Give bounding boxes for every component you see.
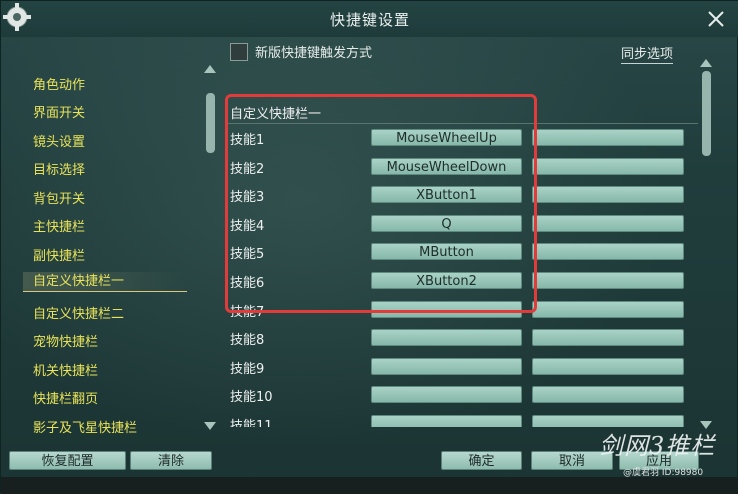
secondary-key-binding[interactable] — [532, 157, 684, 175]
sidebar-item[interactable]: 影子及飞星快捷栏 — [33, 417, 137, 436]
sidebar-item[interactable]: 背包开关 — [33, 188, 85, 207]
sidebar-item[interactable]: 机关快捷栏 — [33, 360, 98, 379]
sidebar-item[interactable]: 副快捷栏 — [33, 245, 85, 264]
sidebar-item[interactable]: 宠物快捷栏 — [33, 331, 98, 350]
primary-key-binding[interactable] — [371, 386, 522, 404]
secondary-key-binding[interactable] — [532, 386, 684, 404]
secondary-key-binding[interactable] — [532, 357, 684, 375]
category-sidebar: 角色动作界面开关镜头设置目标选择背包开关主快捷栏副快捷栏自定义快捷栏一自定义快捷… — [23, 67, 219, 437]
sidebar-item[interactable]: 自定义快捷栏二 — [33, 303, 124, 322]
secondary-key-binding[interactable] — [532, 129, 684, 146]
sidebar-item[interactable]: 自定义快捷栏一 — [23, 272, 187, 292]
row-label: 技能9 — [230, 361, 265, 377]
sidebar-scrollbar-thumb[interactable] — [206, 93, 215, 153]
sync-options-link[interactable]: 同步选项 — [621, 43, 674, 64]
secondary-key-binding[interactable] — [532, 243, 684, 261]
sidebar-item[interactable]: 镜头设置 — [33, 131, 85, 150]
watermark-logo: 剑网3推栏 — [599, 432, 716, 460]
title-bar: 快捷键设置 — [1, 1, 738, 37]
clear-button[interactable]: 清除 — [130, 451, 212, 470]
list-scroll-up-icon[interactable] — [700, 59, 712, 67]
shortcut-settings-window: 快捷键设置 新版快捷键触发方式 同步选项 角色动作界面开关镜头设置目标选择背包开… — [0, 0, 738, 494]
list-scrollbar-thumb[interactable] — [702, 71, 711, 156]
window-title: 快捷键设置 — [329, 11, 410, 29]
ok-button[interactable]: 确定 — [441, 451, 522, 470]
restore-defaults-button[interactable]: 恢复配置 — [9, 451, 126, 470]
secondary-key-binding[interactable] — [532, 272, 684, 289]
sidebar-item[interactable]: 角色动作 — [33, 74, 85, 93]
new-trigger-mode-checkbox[interactable] — [230, 43, 248, 61]
primary-key-binding[interactable] — [371, 329, 522, 347]
row-label: 技能11 — [230, 419, 273, 427]
annotation-highlight-box — [225, 94, 537, 313]
primary-key-binding[interactable] — [371, 357, 522, 375]
sidebar-item[interactable]: 快捷栏翻页 — [33, 388, 98, 407]
secondary-key-binding[interactable] — [532, 186, 684, 204]
watermark-user: @虞君羽 ID:98980 — [623, 468, 704, 478]
new-trigger-mode-label: 新版快捷键触发方式 — [255, 46, 373, 61]
sidebar-scroll-up-icon[interactable] — [204, 65, 216, 73]
sidebar-item[interactable]: 目标选择 — [33, 159, 85, 178]
sidebar-item[interactable]: 主快捷栏 — [33, 216, 85, 235]
secondary-key-binding[interactable] — [532, 214, 684, 232]
row-label: 技能10 — [230, 390, 273, 406]
bottom-strip — [1, 477, 738, 494]
sidebar-scroll-down-icon[interactable] — [204, 422, 216, 430]
sidebar-item[interactable]: 界面开关 — [33, 102, 85, 121]
row-label: 技能8 — [230, 333, 265, 349]
secondary-key-binding[interactable] — [532, 300, 684, 318]
secondary-key-binding[interactable] — [532, 329, 684, 347]
primary-key-binding[interactable] — [371, 415, 522, 427]
close-icon[interactable] — [707, 10, 725, 28]
